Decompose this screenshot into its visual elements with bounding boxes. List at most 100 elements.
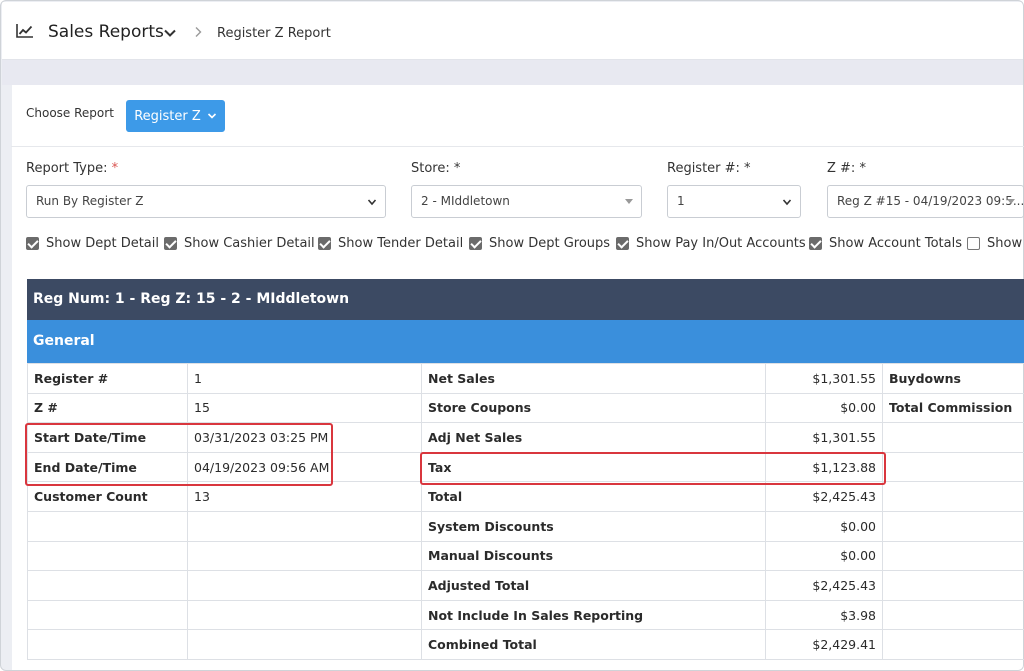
row-value: 03/31/2023 03:25 PM <box>187 422 422 453</box>
checkbox[interactable] <box>616 237 629 250</box>
dropdown-arrow-icon <box>1007 199 1015 204</box>
metric-value: $0.00 <box>765 392 883 424</box>
extra-label <box>882 451 1024 483</box>
option-show-pay-in-out-accounts[interactable]: Show Pay In/Out Accounts <box>616 236 806 251</box>
option-label: Show Dept Detail <box>46 236 159 251</box>
register-value: 1 <box>677 194 685 208</box>
metric-label: Not Include In Sales Reporting <box>421 599 766 631</box>
row-label <box>27 629 188 660</box>
checkbox[interactable] <box>967 237 980 250</box>
option-show-dept-groups[interactable]: Show Dept Groups <box>469 236 610 251</box>
z-number-label: Z #: * <box>827 161 866 176</box>
row-label: Start Date/Time <box>27 422 188 453</box>
store-value: 2 - MIddletown <box>421 194 510 208</box>
chevron-down-icon <box>782 199 792 206</box>
metric-value: $2,425.43 <box>765 570 883 601</box>
row-value: 1 <box>187 363 422 394</box>
row-label <box>27 570 188 601</box>
extra-label <box>882 481 1024 512</box>
row-label <box>27 599 188 631</box>
header-spacer <box>2 60 1023 85</box>
option-label: Show Dept Groups <box>489 236 611 251</box>
checkbox[interactable] <box>809 237 822 250</box>
option-show-tender-detail[interactable]: Show Tender Detail <box>318 236 463 251</box>
row-value <box>187 540 422 572</box>
metric-value: $3.98 <box>765 599 883 631</box>
register-label: Register #: * <box>667 161 751 176</box>
store-select[interactable]: 2 - MIddletown <box>411 185 642 218</box>
chevron-right-icon <box>195 27 202 37</box>
table-row: Not Include In Sales Reporting $3.98 <box>27 599 1024 631</box>
checkbox[interactable] <box>26 237 39 250</box>
table-row: Start Date/Time 03/31/2023 03:25 PM Adj … <box>27 422 1024 453</box>
metric-value: $1,123.88 <box>765 451 883 483</box>
choose-report-button-label: Register Z <box>134 108 201 124</box>
choose-report-label: Choose Report <box>26 106 114 120</box>
choose-report-button[interactable]: Register Z <box>126 100 225 132</box>
table-row: Z # 15 Store Coupons $0.00 Total Commiss… <box>27 392 1024 424</box>
metric-value: $0.00 <box>765 510 883 542</box>
extra-label: Total Commission <box>882 392 1024 424</box>
metric-label: Store Coupons <box>421 392 766 424</box>
z-number-value: Reg Z #15 - 04/19/2023 09:5... <box>837 194 1024 208</box>
option-show-cashier-detail[interactable]: Show Cashier Detail <box>164 236 315 251</box>
general-table: Register # 1 Net Sales $1,301.55 Buydown… <box>27 363 1024 660</box>
metric-label: Tax <box>421 451 766 483</box>
table-row: Combined Total $2,429.41 <box>27 629 1024 660</box>
metric-label: Adj Net Sales <box>421 422 766 453</box>
option-show-dept-detail[interactable]: Show Dept Detail <box>26 236 159 251</box>
row-value: 04/19/2023 09:56 AM <box>187 451 422 483</box>
row-label: Customer Count <box>27 481 188 512</box>
report-type-value: Run By Register Z <box>36 194 144 208</box>
extra-label <box>882 510 1024 542</box>
metric-value: $0.00 <box>765 540 883 572</box>
row-label: End Date/Time <box>27 451 188 483</box>
page-title[interactable]: Sales Reports <box>48 22 164 42</box>
section-heading: General <box>27 320 1024 363</box>
store-label: Store: * <box>411 161 461 176</box>
metric-value: $2,425.43 <box>765 481 883 512</box>
row-value <box>187 599 422 631</box>
extra-label <box>882 629 1024 660</box>
metric-label: Total <box>421 481 766 512</box>
option-label: Show Account Totals <box>829 236 962 251</box>
chevron-down-icon <box>207 113 216 119</box>
table-row: System Discounts $0.00 <box>27 510 1024 542</box>
table-row: End Date/Time 04/19/2023 09:56 AM Tax $1… <box>27 451 1024 483</box>
row-value <box>187 570 422 601</box>
chevron-down-icon <box>367 199 377 206</box>
breadcrumb: Register Z Report <box>217 26 331 41</box>
option-label: Show <box>987 236 1023 251</box>
metric-label: System Discounts <box>421 510 766 542</box>
row-value: 13 <box>187 481 422 512</box>
option-label: Show Tender Detail <box>338 236 464 251</box>
metric-label: Net Sales <box>421 363 766 394</box>
table-row: Manual Discounts $0.00 <box>27 540 1024 572</box>
checkbox[interactable] <box>318 237 331 250</box>
divider <box>11 146 1024 147</box>
option-label: Show Cashier Detail <box>184 236 315 251</box>
report-type-label: Report Type: * <box>26 161 119 176</box>
z-number-select[interactable]: Reg Z #15 - 04/19/2023 09:5... <box>827 185 1024 218</box>
dropdown-arrow-icon <box>625 199 633 204</box>
option-show-account-totals[interactable]: Show Account Totals <box>809 236 962 251</box>
table-row: Customer Count 13 Total $2,425.43 <box>27 481 1024 512</box>
checkbox[interactable] <box>469 237 482 250</box>
option-show-more[interactable]: Show <box>967 236 1022 251</box>
row-value: 15 <box>187 392 422 424</box>
report-type-select[interactable]: Run By Register Z <box>26 185 386 218</box>
checkbox[interactable] <box>164 237 177 250</box>
report-heading: Reg Num: 1 - Reg Z: 15 - 2 - MIddletown <box>27 279 1024 320</box>
row-label <box>27 540 188 572</box>
extra-label <box>882 422 1024 453</box>
top-header: Sales Reports Register Z Report <box>2 2 1023 60</box>
metric-label: Manual Discounts <box>421 540 766 572</box>
metric-value: $1,301.55 <box>765 422 883 453</box>
row-value <box>187 510 422 542</box>
chevron-down-icon[interactable] <box>163 26 177 40</box>
metric-value: $2,429.41 <box>765 629 883 660</box>
register-select[interactable]: 1 <box>667 185 801 218</box>
option-label: Show Pay In/Out Accounts <box>636 236 806 251</box>
metric-value: $1,301.55 <box>765 363 883 394</box>
extra-label <box>882 599 1024 631</box>
